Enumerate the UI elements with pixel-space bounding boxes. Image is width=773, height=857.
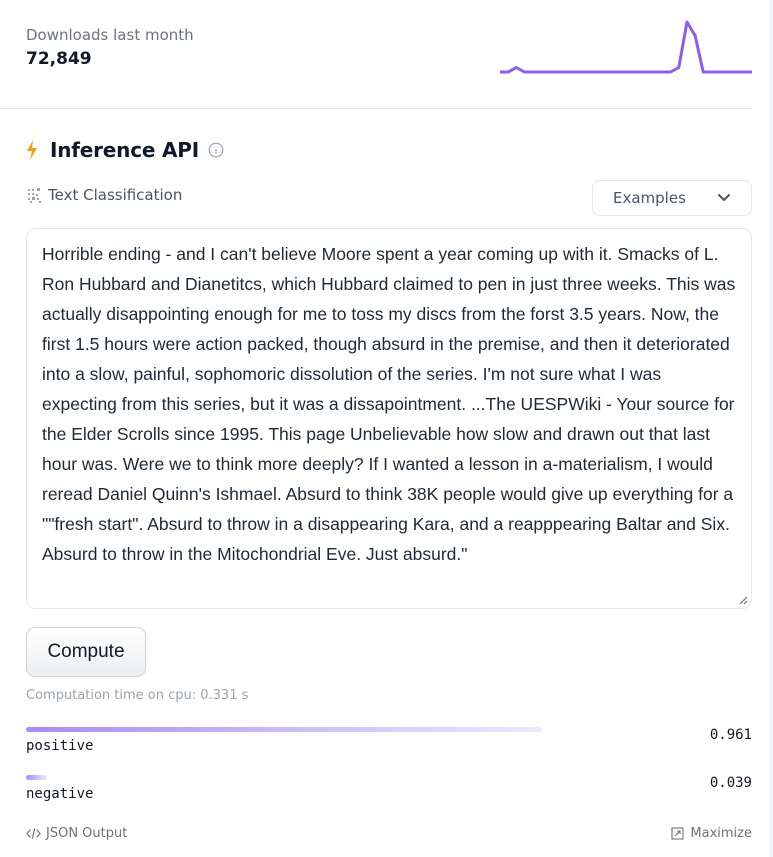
score-bar [26, 775, 47, 780]
sparkline-series-line [500, 20, 752, 74]
examples-dropdown[interactable]: Examples [592, 180, 752, 216]
result-row: negative 0.039 [26, 775, 752, 815]
downloads-label: Downloads last month [26, 26, 194, 44]
result-score: 0.961 [709, 727, 752, 743]
score-bar-track [26, 775, 563, 780]
info-icon[interactable] [208, 142, 224, 158]
result-score: 0.039 [709, 775, 752, 791]
downloads-sparkline [500, 20, 752, 74]
scrollbar-track[interactable] [769, 0, 773, 857]
task-type: Text Classification [26, 186, 182, 204]
task-label: Text Classification [48, 186, 183, 204]
inference-api-title: Inference API [50, 138, 199, 162]
json-output-label: JSON Output [46, 826, 128, 841]
result-label: negative [26, 786, 94, 802]
input-text: Horrible ending - and I can't believe Mo… [42, 244, 736, 564]
compute-button[interactable]: Compute [26, 627, 146, 677]
maximize-icon [671, 827, 684, 840]
score-bar-track [26, 727, 563, 732]
text-classification-icon [28, 187, 41, 203]
code-icon [26, 828, 41, 839]
downloads-value: 72,849 [26, 49, 92, 69]
result-row: positive 0.961 [26, 727, 752, 767]
examples-label: Examples [613, 189, 686, 207]
input-textarea[interactable]: Horrible ending - and I can't believe Mo… [26, 228, 752, 609]
computation-time: Computation time on cpu: 0.331 s [26, 688, 249, 703]
section-divider [0, 108, 752, 109]
result-label: positive [26, 738, 94, 754]
maximize-label: Maximize [690, 826, 752, 841]
resize-handle-icon[interactable] [738, 595, 748, 605]
downloads-stat: Downloads last month 72,849 [26, 24, 194, 70]
maximize-button[interactable]: Maximize [671, 826, 752, 841]
json-output-toggle[interactable]: JSON Output [26, 826, 127, 841]
lightning-bolt-icon [27, 140, 37, 160]
chevron-down-icon [718, 194, 730, 201]
score-bar [26, 727, 543, 732]
inference-api-header: Inference API [24, 138, 224, 162]
